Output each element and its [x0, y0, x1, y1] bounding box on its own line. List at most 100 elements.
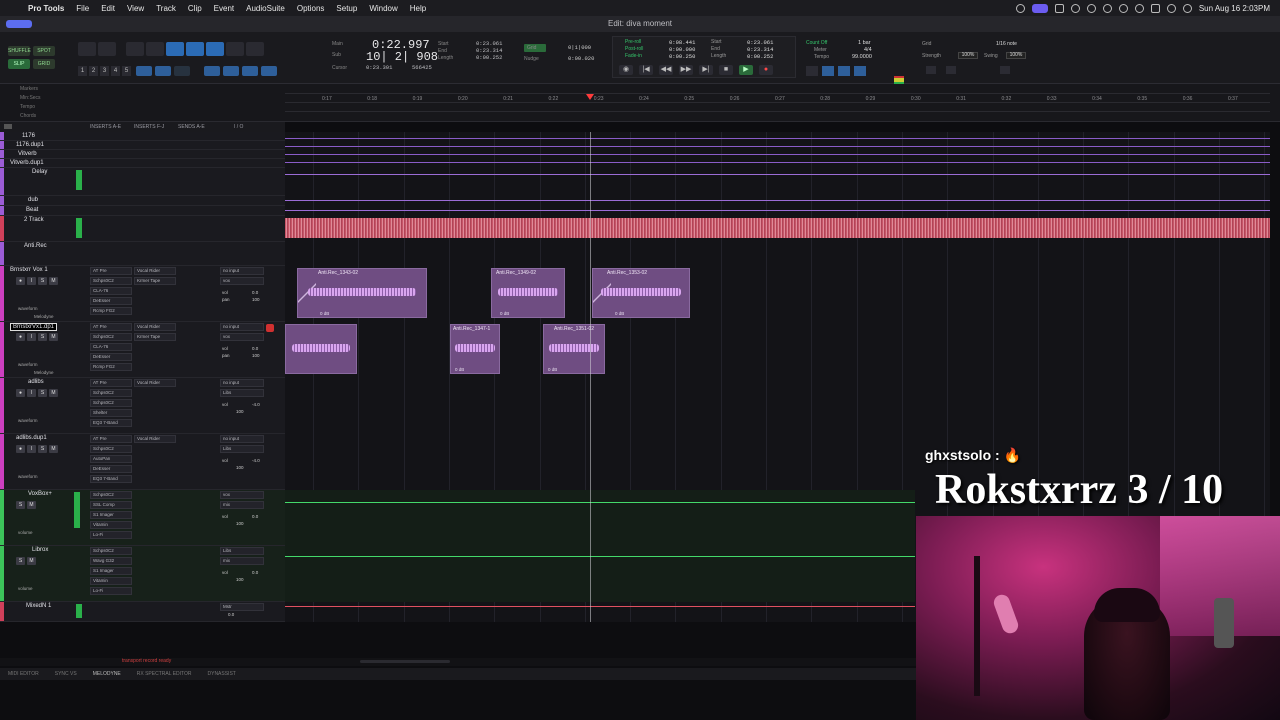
zoom-out-small-icon[interactable]: [946, 66, 956, 74]
preroll-label[interactable]: Pre-roll: [625, 39, 641, 45]
countoff-value[interactable]: 1 bar: [858, 40, 871, 46]
playhead-marker[interactable]: [586, 94, 594, 100]
track-name[interactable]: Delay: [32, 169, 47, 175]
record-arm-button[interactable]: ●: [16, 333, 25, 341]
record-arm-button[interactable]: ●: [16, 389, 25, 397]
track-header[interactable]: 1176.dup1: [0, 141, 285, 150]
track-name[interactable]: Beat: [26, 207, 38, 213]
insert-slot[interactable]: Vocal Rider: [134, 379, 176, 387]
rewind-button[interactable]: ◀◀: [659, 65, 673, 75]
automation-line[interactable]: [285, 174, 1270, 175]
audio-clip[interactable]: Anti.Rec_1353-02 0 dB: [592, 268, 690, 318]
input-selector[interactable]: no input: [220, 323, 264, 331]
insert-slot[interactable]: Vocal Rider: [134, 267, 176, 275]
zoom-preset-4[interactable]: 4: [111, 66, 120, 76]
insert-slot[interactable]: Schps0C2: [90, 333, 132, 341]
transport-start-value[interactable]: 0:23.061: [747, 39, 773, 46]
output-selector[interactable]: Libs: [220, 389, 264, 397]
track-header[interactable]: Delay: [0, 168, 285, 196]
menu-window[interactable]: Window: [363, 4, 403, 13]
solo-button[interactable]: S: [38, 445, 47, 453]
metronome-icon[interactable]: [822, 66, 834, 76]
clip-gain[interactable]: 0 dB: [500, 311, 509, 316]
menu-edit[interactable]: Edit: [95, 4, 121, 13]
track-name[interactable]: 1176.dup1: [16, 142, 44, 148]
zoom-out-icon[interactable]: [98, 42, 116, 56]
mode-spot[interactable]: SPOT: [33, 46, 55, 56]
trim-tool-icon[interactable]: [166, 42, 184, 56]
track-header[interactable]: adlibs ● I S M AT Pre Schps0C2 Schps0C2 …: [0, 378, 285, 434]
insert-slot[interactable]: AT Pre: [90, 379, 132, 387]
audio-clip[interactable]: [285, 324, 357, 374]
solo-button[interactable]: S: [38, 389, 47, 397]
media-icon[interactable]: [1118, 3, 1128, 13]
sel-length-value[interactable]: 0:00.252: [476, 54, 502, 61]
zoom-preset-3[interactable]: 3: [100, 66, 109, 76]
melodyne-label[interactable]: Melodyne: [34, 314, 54, 319]
record-indicator-icon[interactable]: [266, 324, 274, 332]
insert-slot[interactable]: CLA-76: [90, 287, 132, 295]
online-button[interactable]: ◉: [619, 65, 633, 75]
track-name[interactable]: 1176: [22, 133, 35, 139]
insertion-follows-icon[interactable]: [242, 66, 258, 76]
insert-slot[interactable]: Schps0C2: [90, 547, 132, 555]
input-monitor-button[interactable]: I: [27, 445, 36, 453]
menu-file[interactable]: File: [70, 4, 95, 13]
track-name[interactable]: Vitverb.dup1: [10, 160, 44, 166]
volume-automation-line[interactable]: [285, 606, 915, 607]
track-name[interactable]: 2 Track: [24, 217, 44, 223]
zoomer-tool-icon[interactable]: [146, 42, 164, 56]
automation-line[interactable]: [285, 200, 1270, 201]
zoom-in-icon[interactable]: [78, 42, 96, 56]
automation-line[interactable]: [285, 138, 1270, 139]
menu-help[interactable]: Help: [404, 4, 432, 13]
pan-value[interactable]: 100: [236, 409, 244, 414]
track-name[interactable]: VoxBox+: [28, 491, 52, 497]
melodyne-label[interactable]: Melodyne: [34, 370, 54, 375]
track-name[interactable]: adlibs: [28, 379, 44, 385]
clock[interactable]: Sun Aug 16 2:03PM: [1199, 4, 1270, 13]
keyboard-focus-icon[interactable]: [223, 66, 239, 76]
ruler-chords-label[interactable]: Chords: [20, 113, 36, 119]
output-selector[interactable]: mix: [220, 557, 264, 565]
vol-value[interactable]: 0.0: [252, 346, 258, 351]
clip-gain[interactable]: 0 dB: [615, 311, 624, 316]
pan-value[interactable]: 100: [252, 297, 260, 302]
track-name[interactable]: adlibs.dup1: [16, 435, 47, 441]
mode-slip[interactable]: SLIP: [8, 59, 30, 69]
audio-clip[interactable]: Anti.Rec_1349-02 0 dB: [491, 268, 565, 318]
track-header[interactable]: Librox S M Schps0C2 Wavg G32 S1 Imager V…: [0, 546, 285, 602]
sync-icon[interactable]: [1086, 3, 1096, 13]
postroll-value[interactable]: 0:00.000: [669, 46, 695, 53]
menu-options[interactable]: Options: [291, 4, 331, 13]
record-arm-button[interactable]: ●: [16, 445, 25, 453]
settings-icon[interactable]: [1000, 66, 1010, 74]
audio-clip[interactable]: Anti.Rec_1351-02 0 dB: [543, 324, 605, 374]
insert-slot[interactable]: Rcmp FG2: [90, 363, 132, 371]
insert-slot[interactable]: Krmer Tape: [134, 277, 176, 285]
transport-length-value[interactable]: 0:00.252: [747, 53, 773, 60]
vol-value[interactable]: -4.0: [252, 402, 260, 407]
status-app-icon[interactable]: [1015, 3, 1025, 13]
insert-slot[interactable]: Lo-Fi: [90, 531, 132, 539]
track-name[interactable]: Anti.Rec: [24, 243, 47, 249]
ruler-markers-label[interactable]: Markers: [20, 86, 38, 92]
grabber-tool-icon[interactable]: [206, 42, 224, 56]
mirror-midi-icon[interactable]: [204, 66, 220, 76]
track-header[interactable]: adlibs.dup1 ● I S M AT Pre Schps0C2 Auto…: [0, 434, 285, 490]
link-track-icon[interactable]: [174, 66, 190, 76]
play-button[interactable]: ▶: [739, 65, 753, 75]
fast-forward-button[interactable]: ▶▶: [679, 65, 693, 75]
conductor-icon[interactable]: [854, 66, 866, 76]
track-name[interactable]: Vitverb: [18, 151, 37, 157]
tab-to-transient-icon[interactable]: [136, 66, 152, 76]
window-controls[interactable]: [6, 20, 32, 28]
track-name[interactable]: Brnstxrr Vox 1: [10, 267, 48, 273]
track-header[interactable]: Beat: [0, 206, 285, 216]
tab-rx-spectral-editor[interactable]: RX SPECTRAL EDITOR: [137, 671, 192, 677]
insert-slot[interactable]: AT Pre: [90, 323, 132, 331]
insert-slot[interactable]: Schps0C2: [90, 277, 132, 285]
wait-for-note-icon[interactable]: [806, 66, 818, 76]
track-header[interactable]: Vitverb: [0, 150, 285, 159]
grid-panel-value[interactable]: 1/16 note: [996, 41, 1017, 47]
